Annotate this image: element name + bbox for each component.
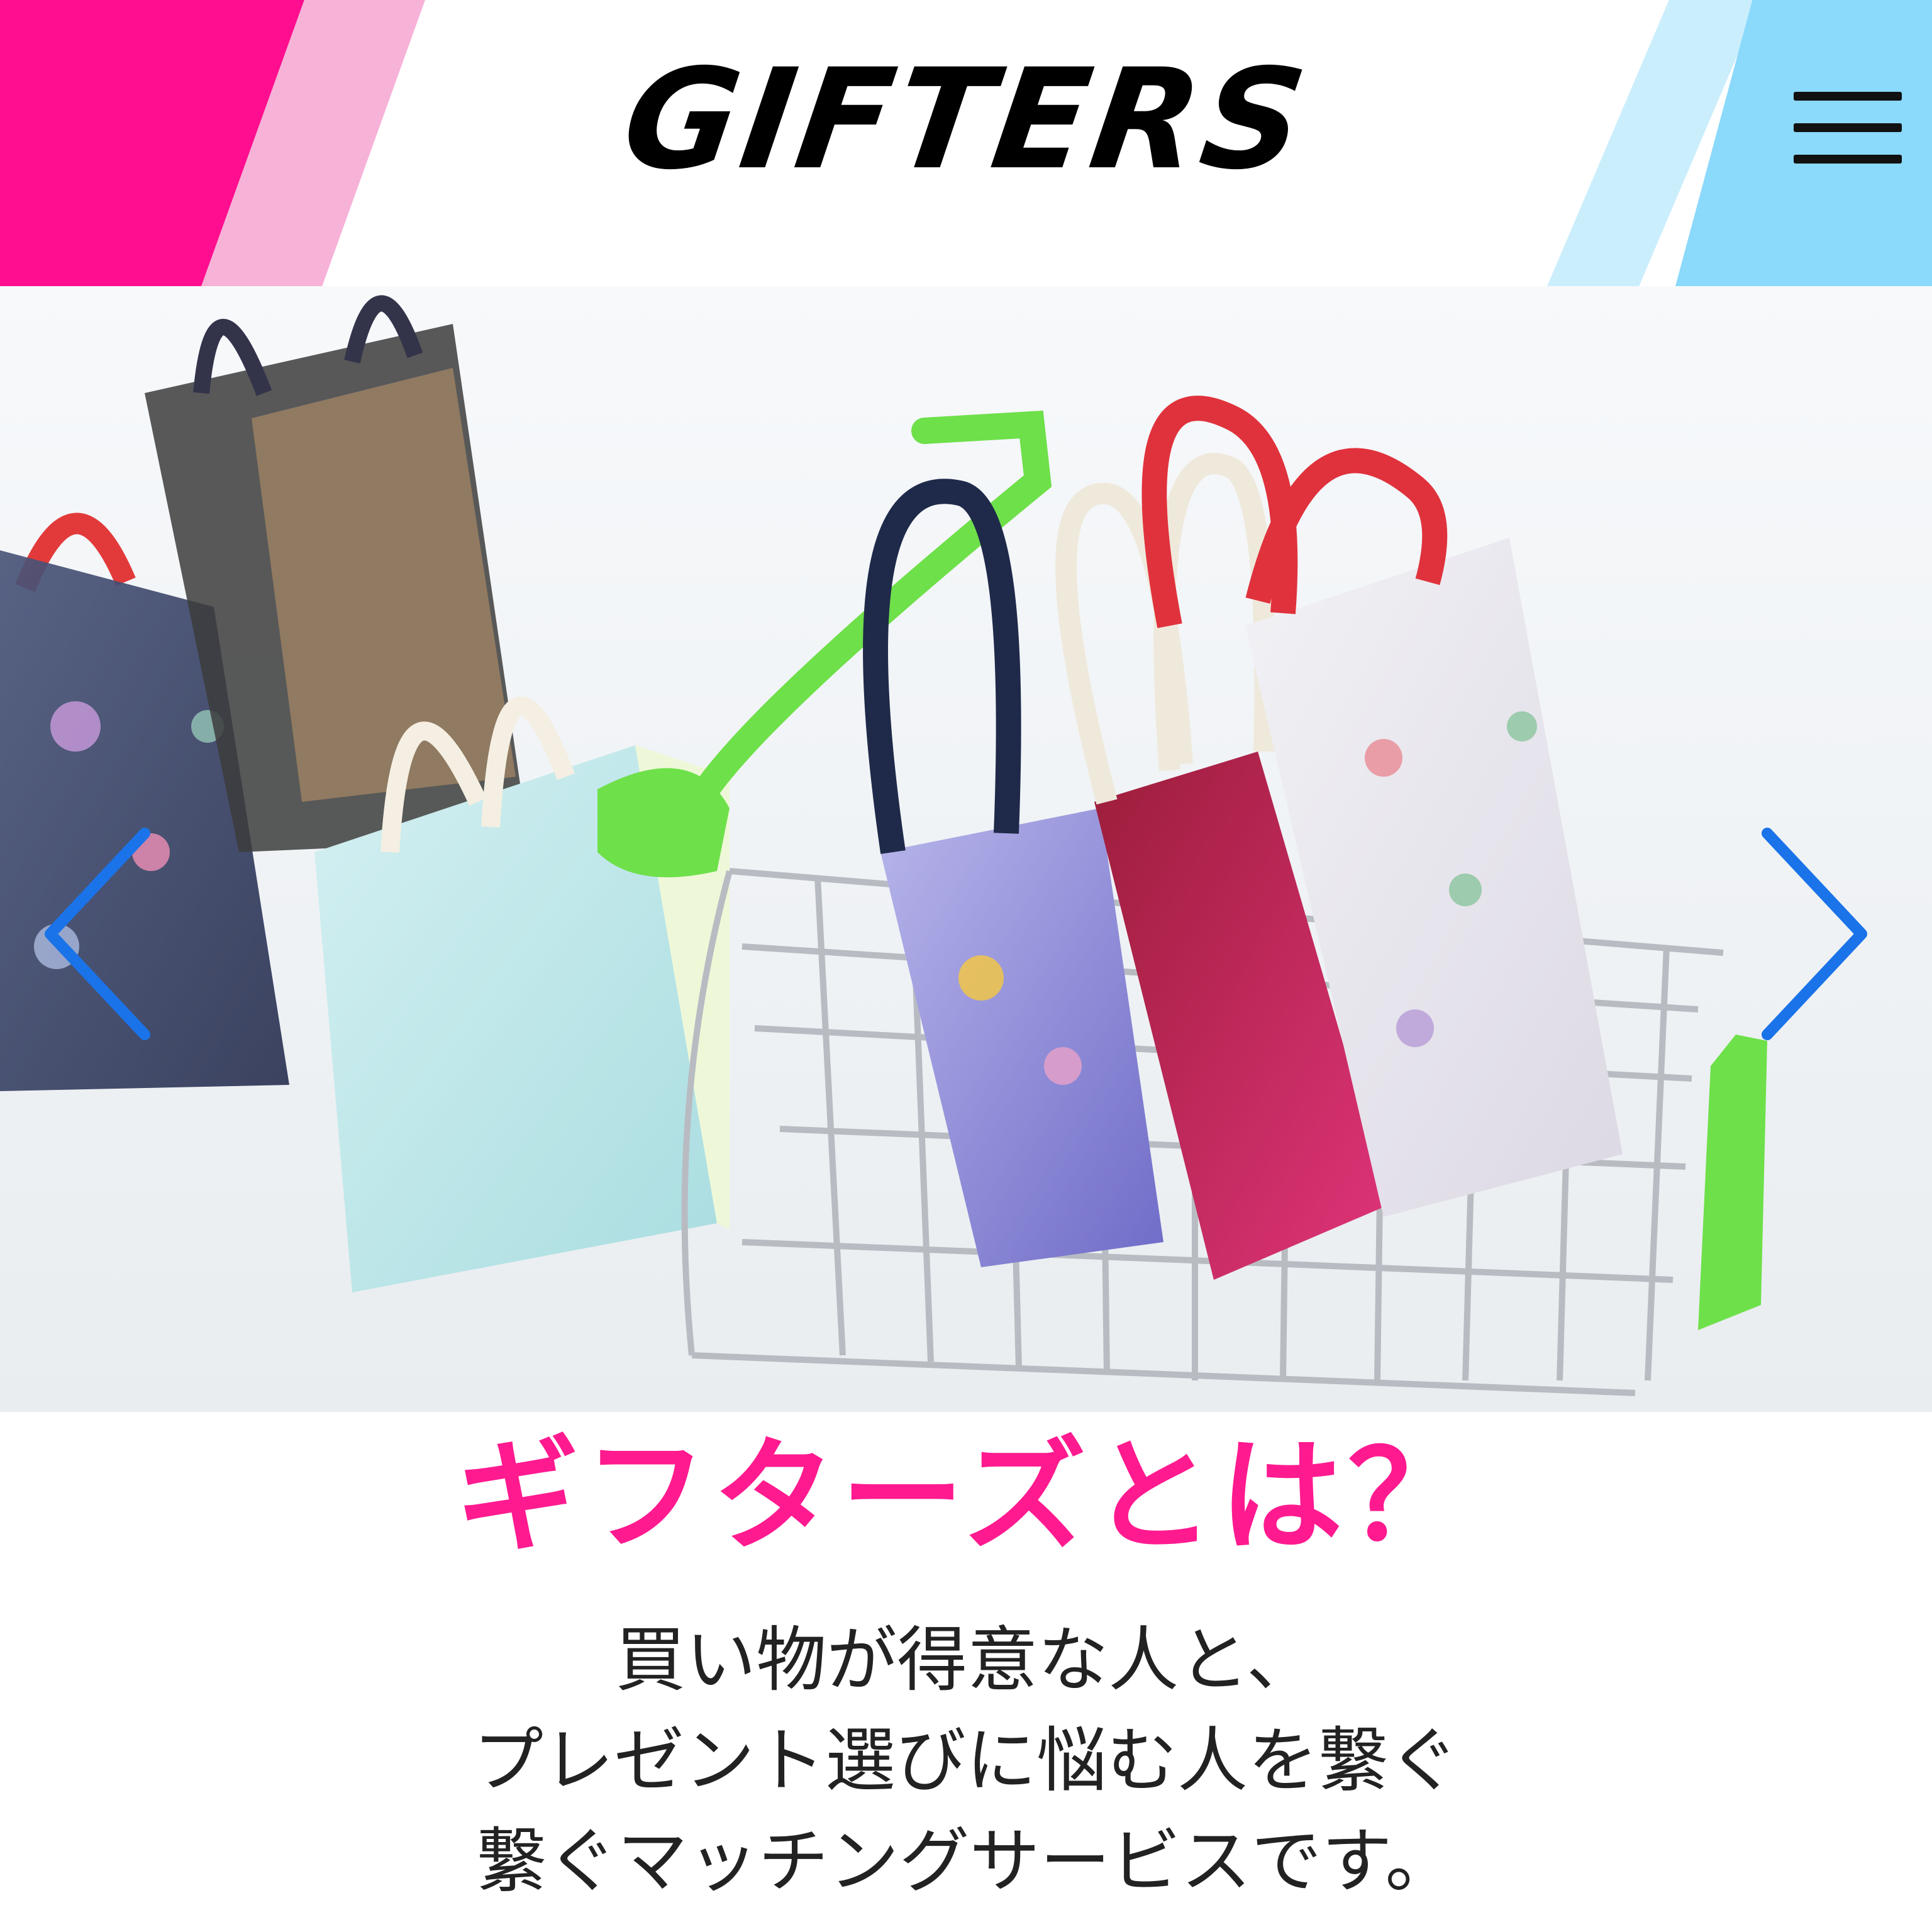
chevron-right-icon [1762, 828, 1867, 1040]
intro-heading: ギフターズとは？ [455, 1425, 1477, 1568]
intro-line-1: 買い物が得意な人と、 [615, 1619, 1317, 1701]
carousel-prev-button[interactable] [31, 821, 157, 1047]
chevron-left-icon [45, 828, 150, 1040]
hamburger-menu-icon[interactable] [1791, 87, 1904, 169]
carousel-next-button[interactable] [1755, 821, 1880, 1047]
intro-description: 買い物が得意な人と、 プレゼント選びに悩む人を繋ぐ 繋ぐマッチングサービスです。 [0, 1610, 1932, 1924]
menu-bar-bottom [1794, 155, 1902, 164]
site-header: GIFTERS [0, 0, 1932, 286]
intro-line-2: プレゼント選びに悩む人を繋ぐ [473, 1720, 1459, 1802]
hero-carousel [0, 286, 1932, 1412]
site-logo[interactable]: GIFTERS [614, 38, 1318, 201]
menu-bar-middle [1794, 123, 1902, 132]
intro-line-3: 繋ぐマッチングサービスです。 [476, 1821, 1456, 1902]
hero-image [0, 286, 1932, 1412]
menu-bar-top [1794, 92, 1902, 101]
